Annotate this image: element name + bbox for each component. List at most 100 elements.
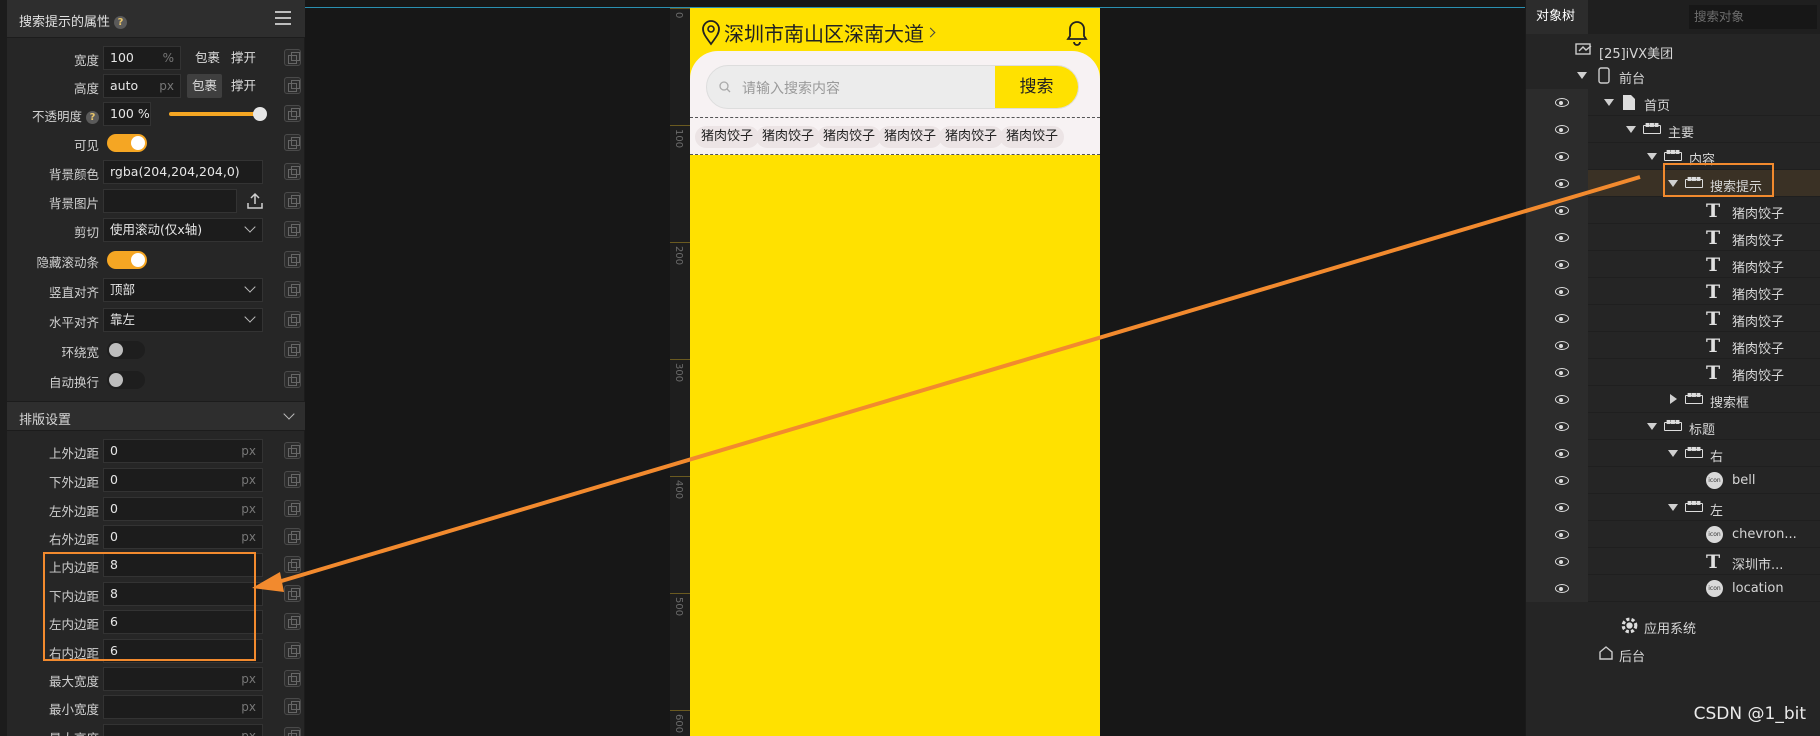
link-icon[interactable] — [284, 311, 301, 328]
opacity-input[interactable]: 100 % — [103, 102, 151, 126]
eye-icon[interactable] — [1555, 368, 1569, 377]
link-icon[interactable] — [284, 49, 301, 66]
hint-tag[interactable]: 猪肉饺子 — [939, 126, 1004, 148]
tree-node-frontend[interactable]: 前台 — [1526, 62, 1820, 89]
help-icon[interactable]: ? — [86, 111, 99, 124]
link-icon[interactable] — [284, 471, 301, 488]
link-icon[interactable] — [284, 442, 301, 459]
link-icon[interactable] — [284, 698, 301, 715]
link-icon[interactable] — [284, 134, 301, 151]
hint-tag[interactable]: 猪肉饺子 — [878, 126, 943, 148]
link-icon[interactable] — [284, 727, 301, 736]
expand-icon[interactable] — [1604, 99, 1614, 106]
max-height-input[interactable]: px — [103, 724, 263, 736]
link-icon[interactable] — [284, 77, 301, 94]
tree-node-right[interactable]: 右 — [1526, 440, 1820, 467]
tree-node-left[interactable]: 左 — [1526, 494, 1820, 521]
link-icon[interactable] — [284, 670, 301, 687]
bg-color-input[interactable]: rgba(204,204,204,0) — [103, 160, 263, 184]
link-icon[interactable] — [284, 281, 301, 298]
eye-icon[interactable] — [1555, 98, 1569, 107]
tree-node-city[interactable]: T 深圳市... — [1526, 548, 1820, 575]
eye-icon[interactable] — [1555, 557, 1569, 566]
eye-icon[interactable] — [1555, 125, 1569, 134]
max-width-input[interactable]: px — [103, 667, 263, 691]
opacity-slider[interactable] — [169, 107, 267, 121]
expand-icon[interactable] — [1668, 504, 1678, 511]
tree-node-header[interactable]: 标题 — [1526, 413, 1820, 440]
link-icon[interactable] — [284, 528, 301, 545]
hint-tag[interactable]: 猪肉饺子 — [695, 126, 760, 148]
height-input[interactable]: auto px — [103, 74, 181, 98]
link-icon[interactable] — [284, 500, 301, 517]
search-button[interactable]: 搜索 — [995, 66, 1078, 108]
eye-icon[interactable] — [1555, 503, 1569, 512]
eye-icon[interactable] — [1555, 314, 1569, 323]
link-icon[interactable] — [284, 585, 301, 602]
hint-tag[interactable]: 猪肉饺子 — [1000, 126, 1065, 148]
bg-image-input[interactable] — [103, 189, 237, 213]
width-input[interactable]: 100% — [103, 46, 181, 70]
object-search-input[interactable]: 搜索对象 — [1689, 5, 1817, 29]
visible-toggle[interactable] — [107, 134, 147, 152]
halign-select[interactable]: 靠左 — [103, 308, 263, 332]
link-icon[interactable] — [284, 341, 301, 358]
valign-select[interactable]: 顶部 — [103, 278, 263, 302]
expand-icon[interactable] — [1626, 126, 1636, 133]
tree-node-project[interactable]: [25]iVX美团 — [1526, 37, 1820, 64]
tree-node-text[interactable]: T 猪肉饺子 — [1526, 278, 1820, 305]
eye-icon[interactable] — [1555, 152, 1569, 161]
margin-right-input[interactable]: 0 px — [103, 525, 263, 549]
eye-icon[interactable] — [1555, 530, 1569, 539]
hint-tag[interactable]: 猪肉饺子 — [817, 126, 882, 148]
eye-icon[interactable] — [1555, 179, 1569, 188]
upload-icon[interactable] — [245, 191, 265, 211]
stretch-option[interactable]: 撑开 — [226, 46, 261, 70]
tree-node-chevron[interactable]: icon chevron... — [1526, 521, 1820, 548]
wrap-width-toggle[interactable] — [107, 341, 145, 359]
eye-icon[interactable] — [1555, 233, 1569, 242]
location-icon[interactable] — [700, 20, 722, 46]
expand-icon[interactable] — [1647, 423, 1657, 430]
bell-icon[interactable] — [1064, 17, 1090, 47]
link-icon[interactable] — [284, 221, 301, 238]
eye-icon[interactable] — [1555, 422, 1569, 431]
eye-icon[interactable] — [1555, 287, 1569, 296]
expand-icon[interactable] — [1668, 450, 1678, 457]
tree-node-text[interactable]: T 猪肉饺子 — [1526, 197, 1820, 224]
link-icon[interactable] — [284, 642, 301, 659]
chevron-right-icon[interactable] — [925, 27, 936, 38]
tree-node-home[interactable]: 首页 — [1526, 89, 1820, 116]
stretch-option[interactable]: 撑开 — [226, 74, 261, 98]
link-icon[interactable] — [284, 192, 301, 209]
auto-wrap-toggle[interactable] — [107, 371, 145, 389]
eye-icon[interactable] — [1555, 395, 1569, 404]
tree-node-text[interactable]: T 猪肉饺子 — [1526, 359, 1820, 386]
margin-top-input[interactable]: 0 px — [103, 439, 263, 463]
hide-scrollbar-toggle[interactable] — [107, 251, 147, 269]
link-icon[interactable] — [284, 163, 301, 180]
tree-node-main[interactable]: 主要 — [1526, 116, 1820, 143]
tree-node-search-box[interactable]: 搜索框 — [1526, 386, 1820, 413]
eye-icon[interactable] — [1555, 584, 1569, 593]
eye-icon[interactable] — [1555, 449, 1569, 458]
link-icon[interactable] — [284, 105, 301, 122]
help-icon[interactable]: ? — [114, 16, 128, 29]
tree-node-text[interactable]: T 猪肉饺子 — [1526, 251, 1820, 278]
margin-left-input[interactable]: 0 px — [103, 497, 263, 521]
tree-node-bell[interactable]: icon bell — [1526, 467, 1820, 494]
design-canvas[interactable]: 0 100 200 300 400 500 600 深圳市南山区深南大道 请输入… — [305, 0, 1525, 736]
tree-node-text[interactable]: T 猪肉饺子 — [1526, 305, 1820, 332]
tree-node-text[interactable]: T 猪肉饺子 — [1526, 332, 1820, 359]
tree-node-app-system[interactable]: 应用系统 — [1526, 612, 1820, 639]
link-icon[interactable] — [284, 556, 301, 573]
tree-node-text[interactable]: T 猪肉饺子 — [1526, 224, 1820, 251]
margin-bottom-input[interactable]: 0 px — [103, 468, 263, 492]
min-width-input[interactable]: px — [103, 695, 263, 719]
tab-object-tree[interactable]: 对象树 — [1526, 0, 1588, 34]
tree-node-location[interactable]: icon location — [1526, 575, 1820, 602]
tree-node-backend[interactable]: 后台 — [1526, 640, 1820, 667]
wrap-option[interactable]: 包裹 — [190, 46, 225, 70]
clip-select[interactable]: 使用滚动(仅x轴) — [103, 218, 263, 242]
eye-icon[interactable] — [1555, 341, 1569, 350]
